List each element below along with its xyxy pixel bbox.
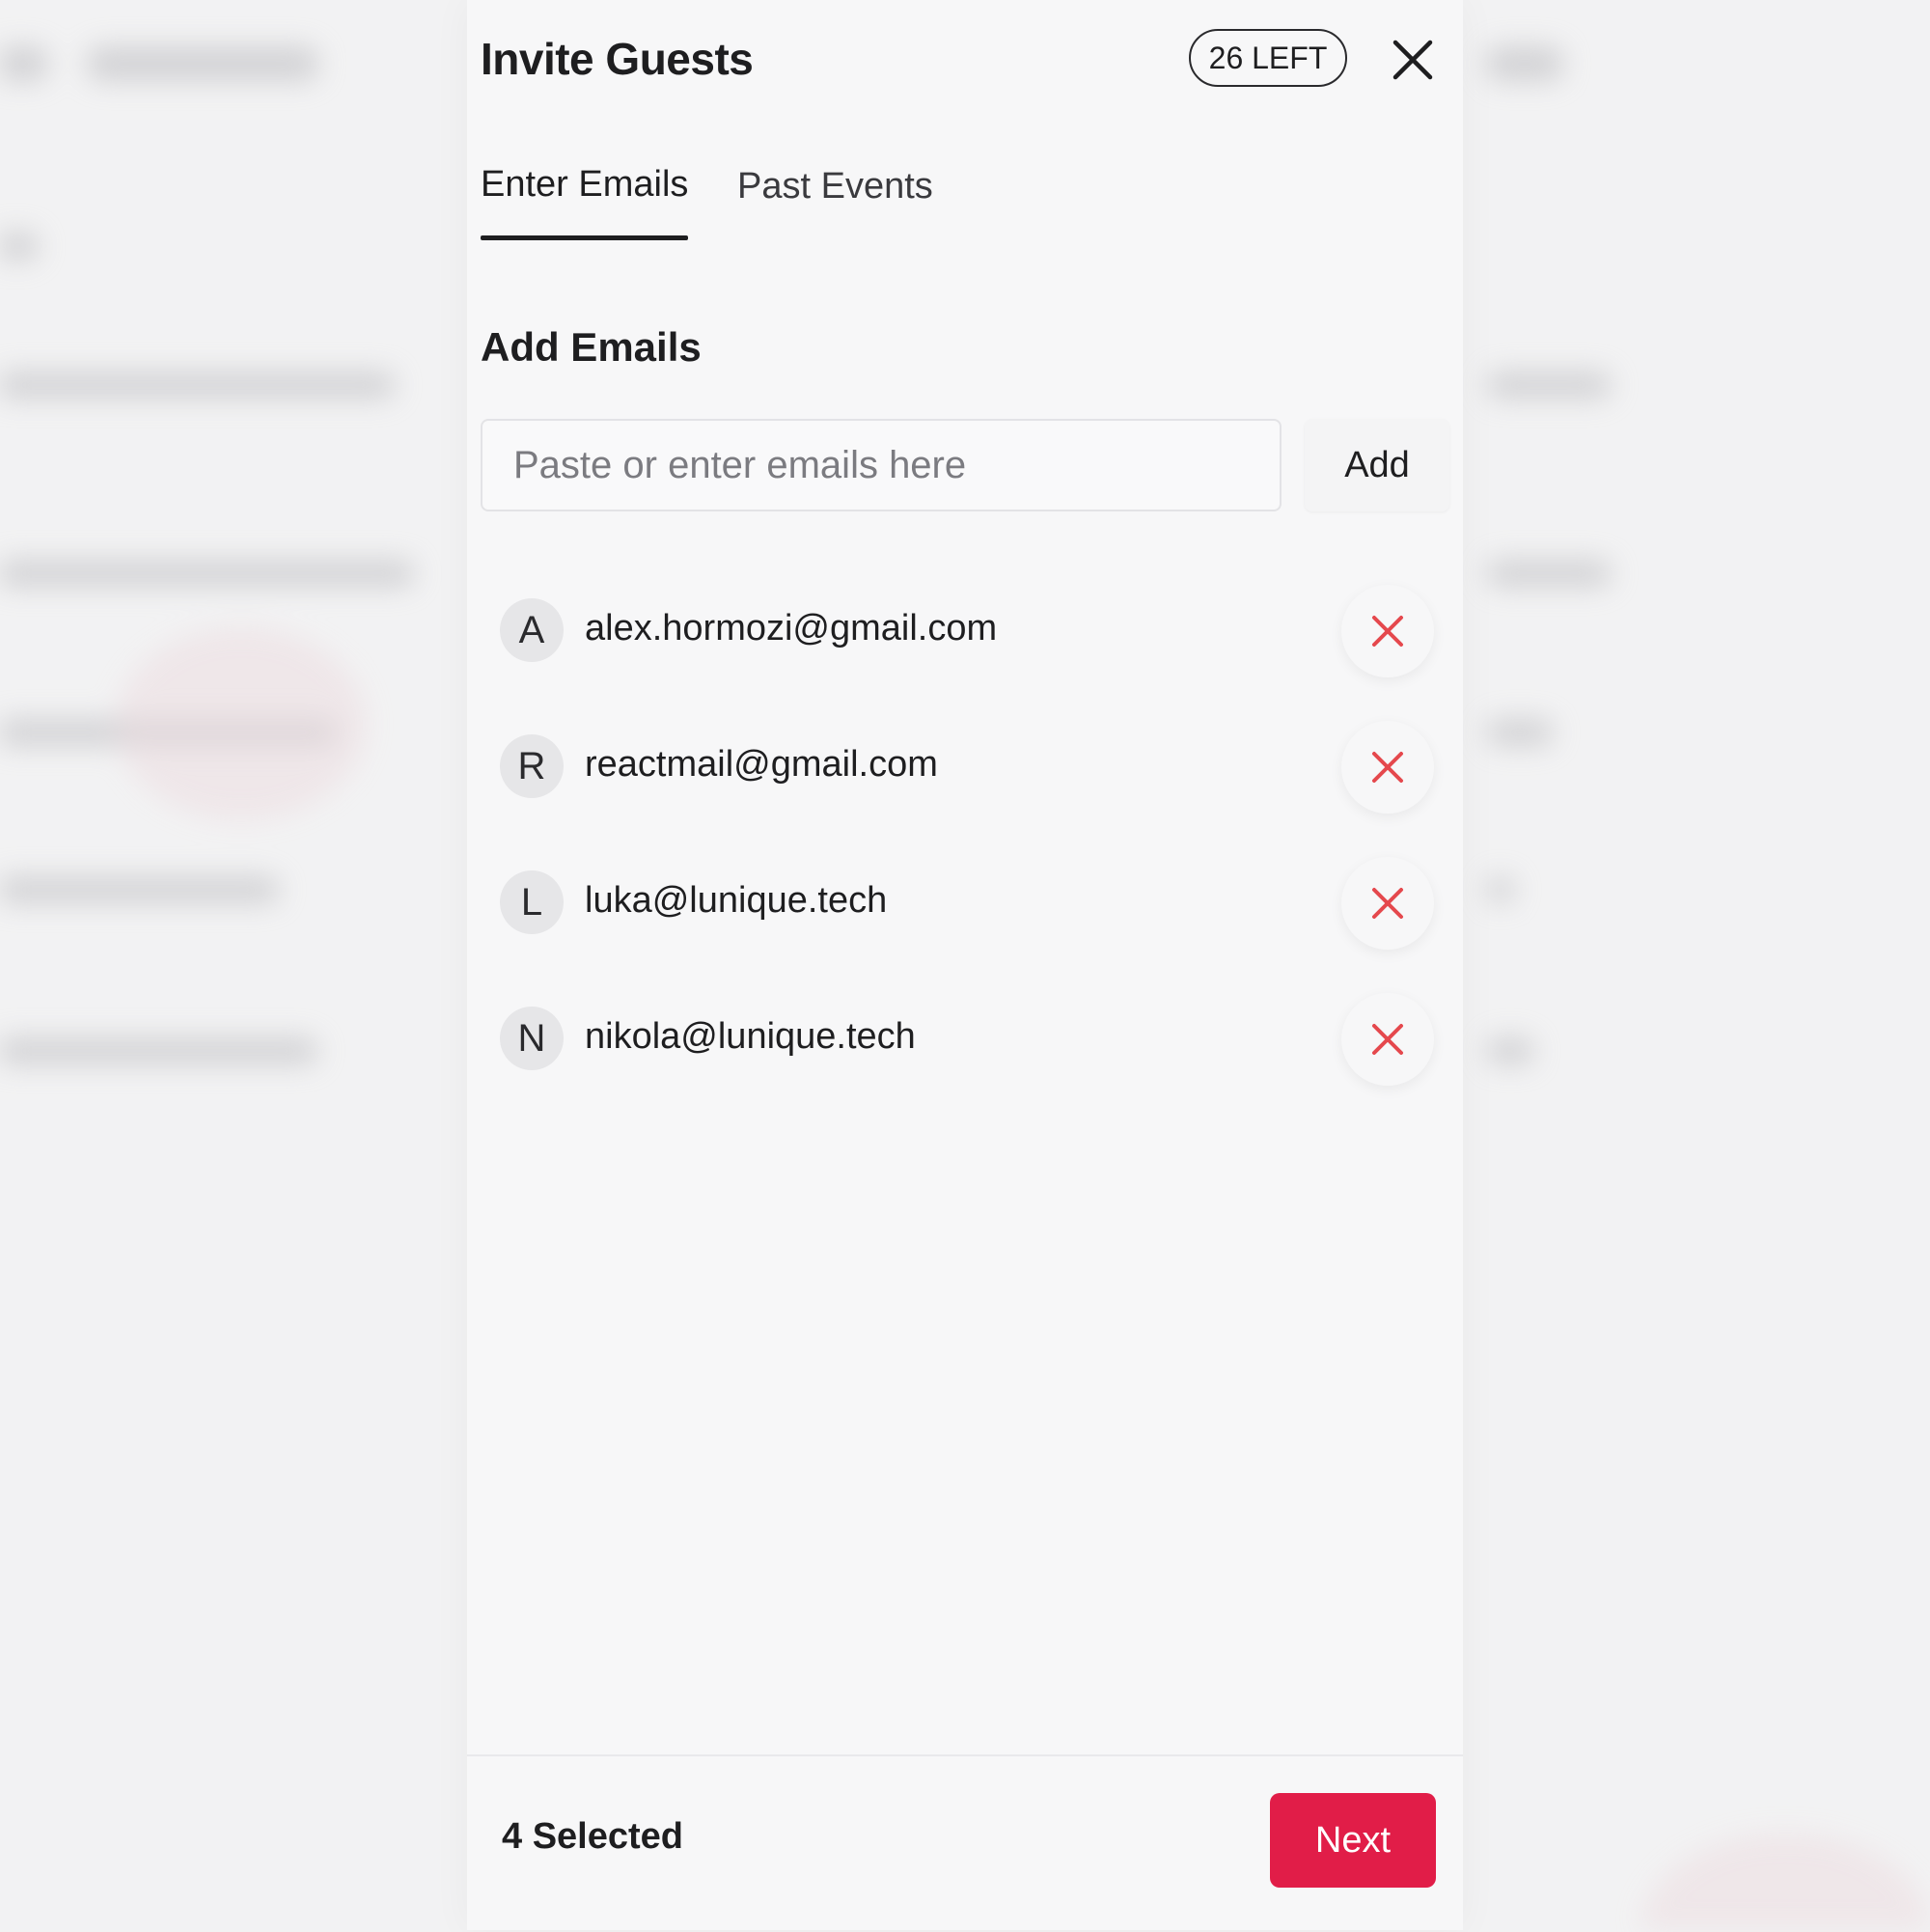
modal-header: Invite Guests 26 LEFT bbox=[467, 0, 1463, 116]
remove-email-button[interactable] bbox=[1341, 585, 1434, 677]
remove-email-button[interactable] bbox=[1341, 993, 1434, 1086]
list-item: L luka@lunique.tech bbox=[467, 849, 1463, 955]
list-item: N nikola@lunique.tech bbox=[467, 985, 1463, 1091]
modal-title: Invite Guests bbox=[481, 34, 754, 84]
avatar: L bbox=[500, 870, 564, 934]
x-icon bbox=[1372, 888, 1403, 919]
modal-footer: 4 Selected Next bbox=[467, 1754, 1463, 1932]
tab-past-events[interactable]: Past Events bbox=[737, 166, 933, 243]
close-icon bbox=[1392, 40, 1433, 80]
email-address: luka@lunique.tech bbox=[585, 880, 888, 921]
next-button[interactable]: Next bbox=[1270, 1793, 1436, 1888]
email-address: reactmail@gmail.com bbox=[585, 744, 938, 785]
avatar: R bbox=[500, 734, 564, 798]
avatar: A bbox=[500, 598, 564, 662]
add-button[interactable]: Add bbox=[1305, 419, 1449, 511]
avatar: N bbox=[500, 1007, 564, 1070]
invite-guests-modal: Invite Guests 26 LEFT Enter Emails Past … bbox=[467, 0, 1463, 1930]
selected-count: 4 Selected bbox=[502, 1816, 683, 1857]
remove-email-button[interactable] bbox=[1341, 721, 1434, 814]
tab-bar: Enter Emails Past Events bbox=[481, 164, 1446, 241]
x-icon bbox=[1372, 616, 1403, 647]
list-item: A alex.hormozi@gmail.com bbox=[467, 577, 1463, 683]
x-icon bbox=[1372, 1024, 1403, 1055]
x-icon bbox=[1372, 752, 1403, 783]
remove-email-button[interactable] bbox=[1341, 857, 1434, 950]
list-item: R reactmail@gmail.com bbox=[467, 713, 1463, 819]
tab-enter-emails[interactable]: Enter Emails bbox=[481, 164, 689, 241]
email-address: alex.hormozi@gmail.com bbox=[585, 608, 998, 649]
close-button[interactable] bbox=[1386, 33, 1440, 87]
email-address: nikola@lunique.tech bbox=[585, 1016, 916, 1057]
email-input[interactable] bbox=[481, 419, 1282, 511]
add-emails-heading: Add Emails bbox=[481, 324, 702, 370]
remaining-invites-badge: 26 LEFT bbox=[1189, 29, 1347, 87]
